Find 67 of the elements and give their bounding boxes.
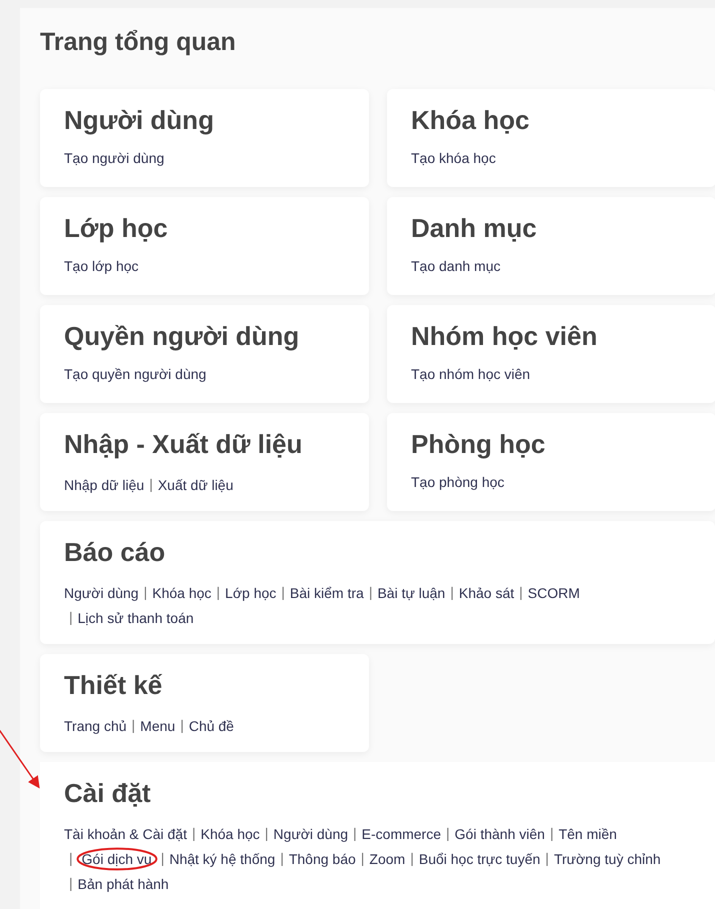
link-separator: | — [216, 583, 220, 602]
card-link[interactable]: Khóa học — [152, 582, 212, 602]
link-separator: | — [132, 716, 136, 735]
link-separator: | — [180, 716, 184, 735]
card-link[interactable]: Gói thành viên — [454, 824, 545, 844]
card-link[interactable]: Nhập dữ liệu — [64, 474, 144, 494]
card-link[interactable]: Người dùng — [273, 824, 348, 844]
link-separator: | — [192, 824, 196, 843]
card-link[interactable]: Thông báo — [288, 848, 356, 868]
card-title: Báo cáo — [64, 537, 166, 568]
card-link[interactable]: Gói dịch vụ — [76, 846, 158, 870]
card-link[interactable]: Tạo phòng học — [411, 472, 504, 492]
card-title: Danh mục — [411, 213, 538, 244]
link-separator: | — [264, 824, 268, 843]
card-title: Khóa học — [411, 105, 530, 136]
card-link[interactable]: Bài tự luận — [377, 582, 446, 602]
card-link[interactable]: Chủ đề — [188, 716, 234, 736]
card-link[interactable]: Zoom — [369, 848, 406, 868]
link-separator: | — [519, 583, 523, 602]
link-separator: | — [149, 475, 153, 494]
page-title: Trang tổng quan — [40, 28, 237, 57]
link-separator: | — [360, 849, 364, 868]
link-separator: | — [410, 849, 414, 868]
link-separator: | — [144, 583, 148, 602]
card-title: Nhập - Xuất dữ liệu — [64, 429, 304, 460]
card-title: Người dùng — [64, 105, 215, 136]
card-link[interactable]: SCORM — [528, 582, 580, 602]
card-link[interactable]: Xuất dữ liệu — [158, 474, 234, 494]
card-link[interactable]: Tài khoản & Cài đặt — [64, 824, 187, 844]
card-link[interactable]: Tạo quyền người dùng — [64, 364, 206, 384]
link-separator: | — [69, 874, 73, 893]
link-separator: | — [550, 824, 554, 843]
card-title: Lớp học — [64, 213, 169, 244]
card-link[interactable]: Người dùng — [64, 582, 139, 602]
card-link[interactable]: Bài kiểm tra — [290, 582, 364, 602]
card-link[interactable]: Tên miền — [558, 824, 617, 844]
card-link[interactable]: Khảo sát — [458, 582, 514, 602]
card-link[interactable]: Tạo nhóm học viên — [411, 364, 530, 384]
link-separator: | — [160, 849, 164, 868]
card-title: Nhóm học viên — [411, 321, 598, 352]
card-link[interactable]: Buổi học trực tuyến — [418, 848, 540, 868]
card-link[interactable]: Lịch sử thanh toán — [78, 608, 194, 628]
card-link[interactable]: Khóa học — [200, 824, 260, 844]
card-link[interactable]: Trường tuỳ chỉnh — [554, 848, 661, 868]
card-link[interactable]: Lớp học — [225, 582, 276, 602]
card-link[interactable]: Trang chủ — [64, 716, 127, 736]
link-separator: | — [545, 849, 549, 868]
link-separator: | — [353, 824, 357, 843]
link-separator: | — [281, 583, 285, 602]
link-separator: | — [368, 583, 372, 602]
link-separator: | — [450, 583, 454, 602]
card-title: Thiết kế — [64, 670, 164, 701]
card-link[interactable]: E-commerce — [362, 824, 442, 844]
card-link[interactable]: Nhật ký hệ thống — [169, 848, 276, 868]
card-link[interactable]: Menu — [140, 716, 176, 736]
card-link[interactable]: Tạo danh mục — [411, 256, 500, 276]
card-title: Cài đặt — [64, 778, 152, 809]
link-separator: | — [69, 849, 73, 868]
link-separator: | — [446, 824, 450, 843]
card-link[interactable]: Tạo người dùng — [64, 148, 164, 168]
card-link[interactable]: Tạo khóa học — [411, 148, 496, 168]
card-link[interactable]: Tạo lớp học — [64, 256, 139, 276]
card-link[interactable]: Bản phát hành — [78, 874, 169, 894]
link-separator: | — [280, 849, 284, 868]
card-title: Phòng học — [411, 429, 546, 460]
link-separator: | — [69, 608, 73, 627]
card-title: Quyền người dùng — [64, 321, 300, 352]
